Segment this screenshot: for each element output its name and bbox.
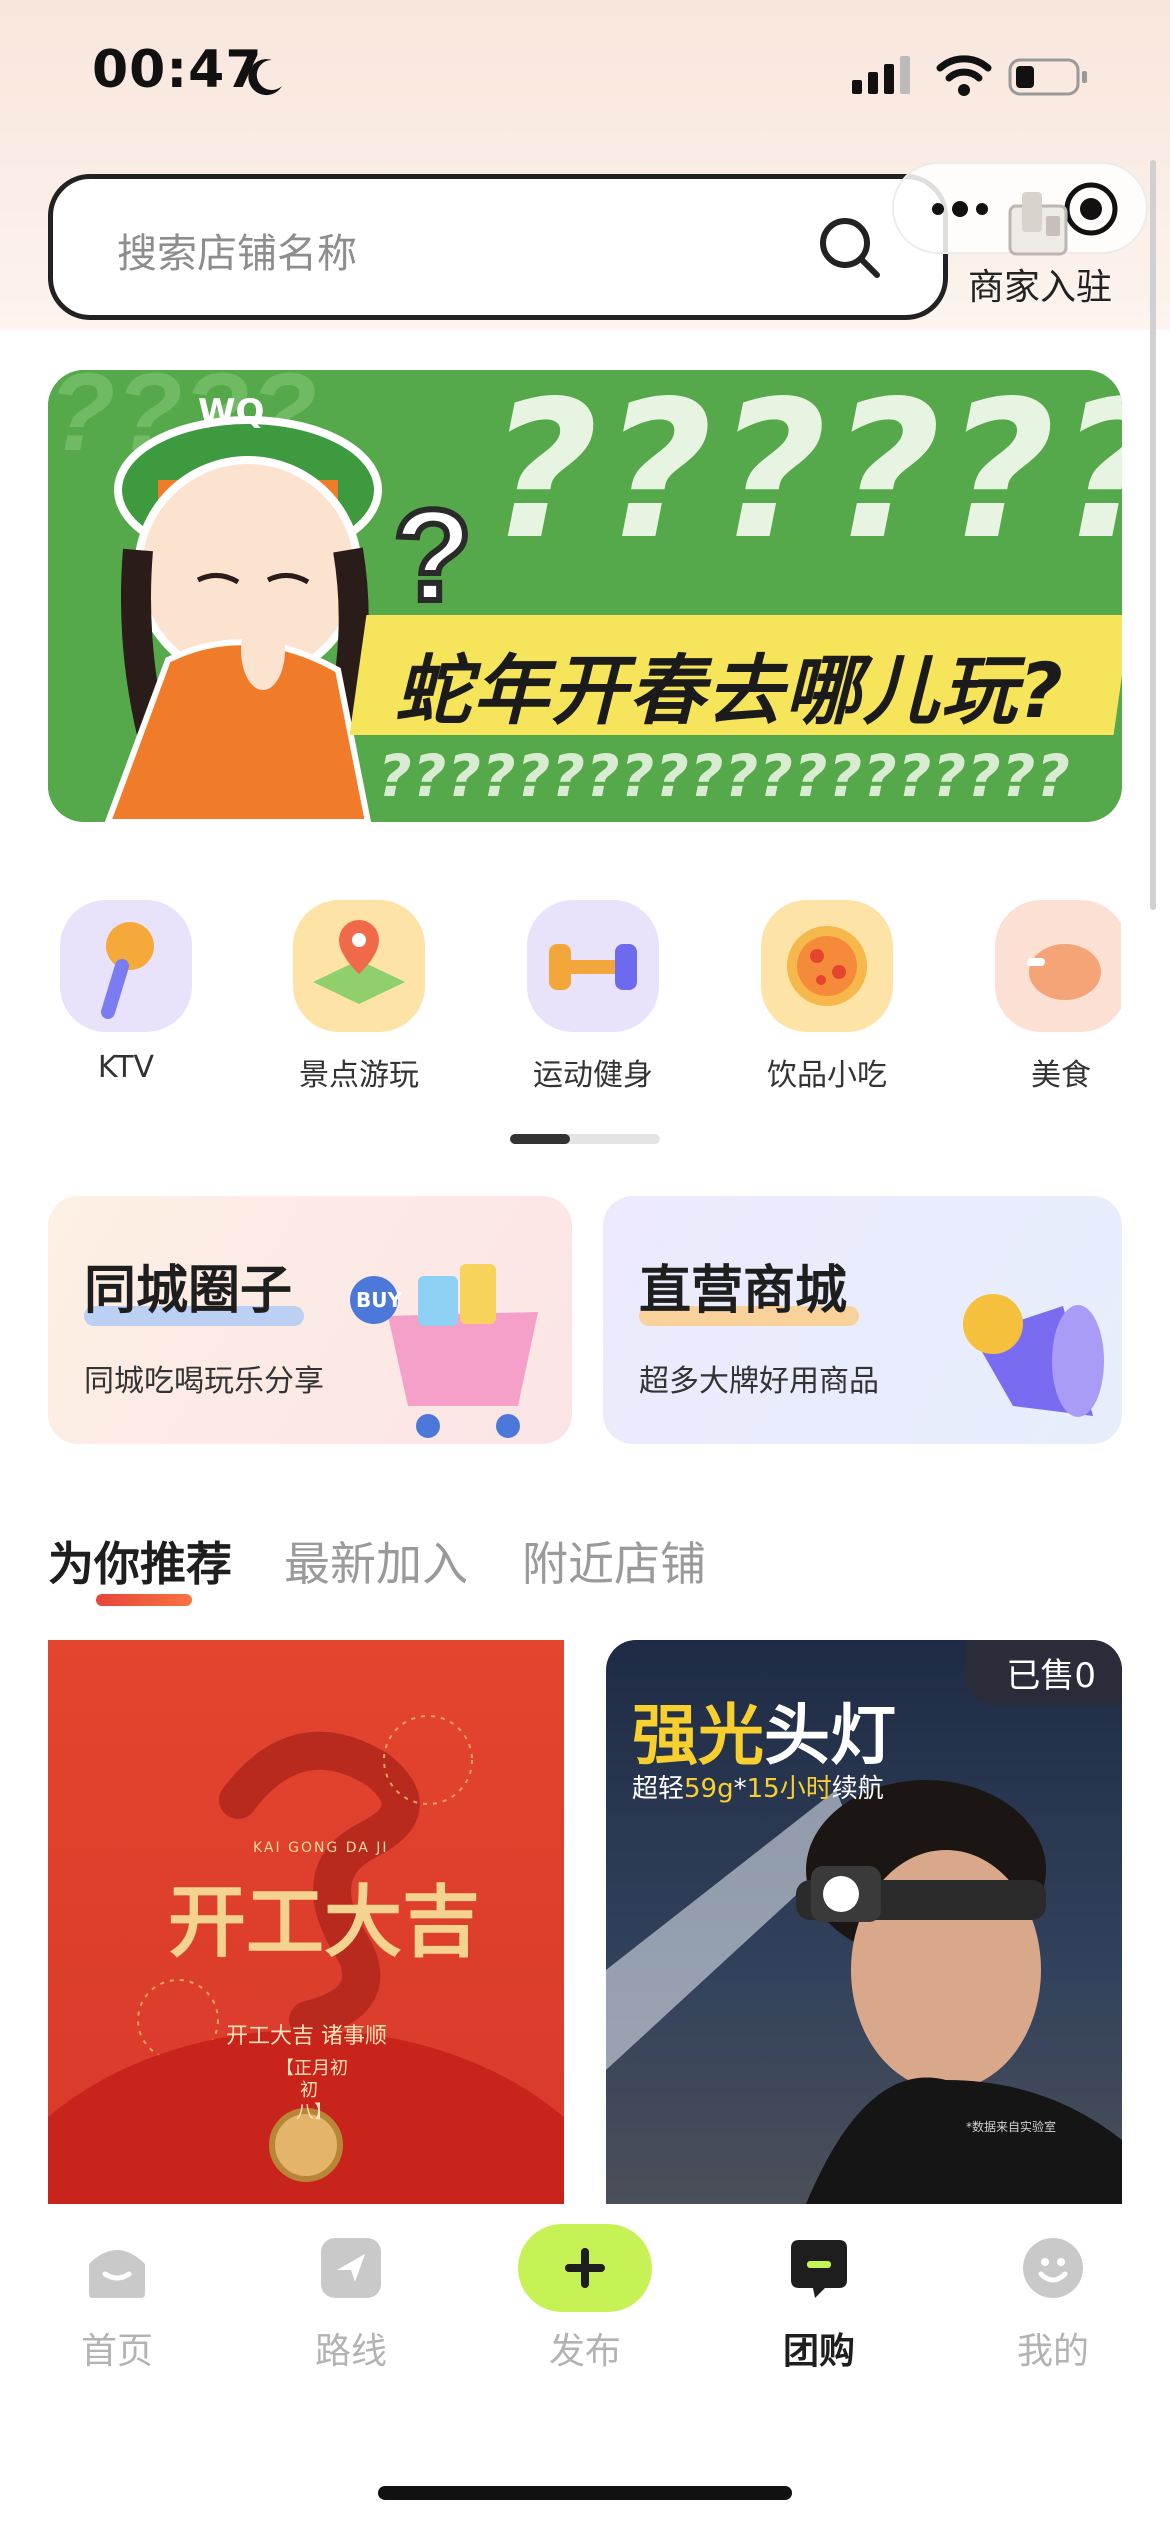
promo-card-local-circle[interactable]: 同城圈子 同城吃喝玩乐分享 BUY xyxy=(48,1196,572,1444)
smiley-icon xyxy=(1019,2234,1087,2302)
map-pin-icon xyxy=(293,900,425,1032)
merchant-entry-label[interactable]: 商家入驻 xyxy=(968,258,1112,310)
category-scroll-thumb xyxy=(510,1134,570,1144)
category-ktv[interactable]: KTV xyxy=(26,900,226,1085)
tab-nearby[interactable]: 附近店铺 xyxy=(522,1528,706,1594)
roast-chicken-icon xyxy=(995,900,1121,1032)
product-line4: 八】 xyxy=(296,2102,332,2123)
category-label: 美食 xyxy=(1031,1058,1091,1093)
category-label: 饮品小吃 xyxy=(767,1058,887,1093)
microphone-icon xyxy=(60,900,192,1032)
moon-icon xyxy=(248,59,282,96)
bottom-nav: 首页 路线 发布 团购 我的 xyxy=(0,2204,1170,2532)
dumbbell-icon xyxy=(527,900,659,1032)
promo-title: 直营商城 xyxy=(639,1261,848,1321)
chat-bubble-icon xyxy=(785,2234,853,2302)
nav-label: 团购 xyxy=(782,2331,855,2372)
nav-label: 首页 xyxy=(80,2331,153,2372)
category-attractions[interactable]: 景点游玩 xyxy=(259,900,459,1094)
category-scroll-indicator xyxy=(510,1134,660,1144)
tab-active-indicator xyxy=(96,1594,192,1606)
sold-count-badge: 已售0 xyxy=(966,1640,1122,1705)
category-label: 运动健身 xyxy=(533,1058,653,1093)
product-title-highlight: 强光 xyxy=(632,1697,764,1774)
route-icon xyxy=(317,2234,385,2302)
more-icon[interactable] xyxy=(930,192,994,226)
promo-title: 同城圈子 xyxy=(84,1261,293,1321)
tab-newest[interactable]: 最新加入 xyxy=(284,1528,468,1594)
product-pinyin: KAI GONG DA JI xyxy=(253,1840,389,1856)
signal-icon xyxy=(852,56,910,94)
search-input[interactable]: 搜索店铺名称 xyxy=(48,174,948,320)
svg-text:?: ? xyxy=(393,482,472,628)
subtitle-part: * xyxy=(733,1774,747,1804)
promo-subtitle: 同城吃喝玩乐分享 xyxy=(84,1364,324,1399)
banner-big-question-marks: ?????? xyxy=(488,370,1122,581)
category-label: 景点游玩 xyxy=(299,1058,419,1093)
category-food[interactable]: 美食 xyxy=(961,900,1121,1094)
search-icon[interactable] xyxy=(817,215,883,281)
nav-label: 我的 xyxy=(1016,2331,1089,2372)
product-title-rest: 头灯 xyxy=(764,1697,896,1774)
product-card-headlamp[interactable]: 已售0 强光头灯 超轻59g*15小时续航 *数据来自实验室 xyxy=(606,1640,1122,2204)
product-title: 强光头灯 xyxy=(632,1682,896,1778)
page-scrollbar[interactable] xyxy=(1150,160,1156,910)
home-icon xyxy=(83,2234,151,2302)
battery-icon xyxy=(1008,58,1087,96)
nav-group-buy[interactable]: 团购 xyxy=(739,2234,899,2374)
banner-slogan: 蛇年开春去哪儿玩? xyxy=(394,646,1065,735)
tab-recommended[interactable]: 为你推荐 xyxy=(48,1528,232,1594)
category-label: KTV xyxy=(97,1050,155,1085)
merchant-icon[interactable] xyxy=(1004,186,1080,260)
shopping-cart-icon xyxy=(350,1264,538,1438)
product-footnote: *数据来自实验室 xyxy=(966,2120,1057,2134)
promo-banner[interactable]: ???? ? WQ ?????? 蛇年开春去哪儿玩? ?????????????… xyxy=(48,370,1122,822)
product-subtitle: 超轻59g*15小时续航 xyxy=(632,1768,884,1805)
search-placeholder: 搜索店铺名称 xyxy=(117,231,357,277)
pizza-icon xyxy=(761,900,893,1032)
subtitle-hours: 15小时 xyxy=(746,1774,832,1804)
banner-small-question-marks: ???????????????????? xyxy=(378,742,1071,810)
subtitle-part: 超轻 xyxy=(632,1774,685,1804)
status-time: 00:47 xyxy=(92,40,263,100)
promo-subtitle: 超多大牌好用商品 xyxy=(639,1364,879,1399)
home-indicator[interactable] xyxy=(378,2486,792,2500)
product-title: 开工大吉 xyxy=(168,1877,481,1968)
nav-home[interactable]: 首页 xyxy=(37,2234,197,2374)
nav-label: 路线 xyxy=(314,2331,387,2372)
banner-cap-text: WQ xyxy=(198,392,265,432)
banner-slogan-strip: 蛇年开春去哪儿玩? xyxy=(349,615,1122,735)
nav-me[interactable]: 我的 xyxy=(973,2234,1133,2374)
nav-route[interactable]: 路线 xyxy=(271,2234,431,2374)
promo-card-official-mall[interactable]: 直营商城 超多大牌好用商品 xyxy=(603,1196,1122,1444)
promo-buy-badge: BUY xyxy=(356,1288,402,1312)
nav-publish[interactable]: 发布 xyxy=(505,2224,665,2374)
subtitle-part: 续航 xyxy=(831,1774,884,1804)
product-card-kaigong[interactable]: KAI GONG DA JI 开工大吉 开工大吉 诸事顺 【正月初 初 八】 xyxy=(48,1640,564,2204)
plus-icon xyxy=(518,2224,652,2312)
megaphone-icon xyxy=(963,1294,1104,1417)
category-fitness[interactable]: 运动健身 xyxy=(493,900,693,1094)
wifi-icon xyxy=(936,55,992,96)
product-line1: 开工大吉 诸事顺 xyxy=(226,2024,387,2049)
subtitle-weight: 59g xyxy=(684,1774,734,1804)
nav-label: 发布 xyxy=(548,2331,621,2372)
status-bar: 00:47 xyxy=(0,0,1170,150)
category-snacks[interactable]: 饮品小吃 xyxy=(727,900,927,1094)
